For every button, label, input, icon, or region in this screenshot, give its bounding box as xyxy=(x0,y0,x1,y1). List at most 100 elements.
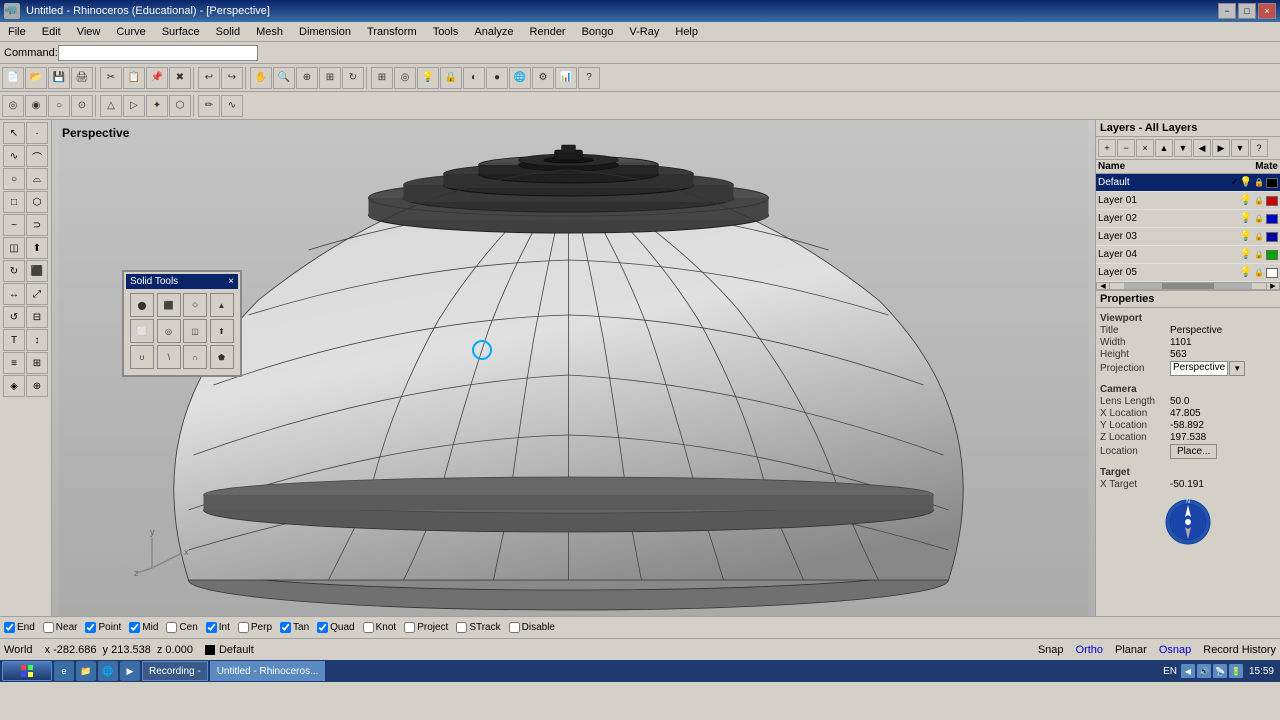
layer-light-icon-02[interactable]: 💡 xyxy=(1240,213,1252,225)
st-box2[interactable]: ⬜ xyxy=(130,319,154,343)
taskbar-extra-icon[interactable]: ▶ xyxy=(120,661,140,681)
delete-btn[interactable]: ✖ xyxy=(169,67,191,89)
layer-color-default[interactable] xyxy=(1266,178,1278,188)
st-edge[interactable]: ⬟ xyxy=(210,345,234,369)
paste-btn[interactable]: 📌 xyxy=(146,67,168,89)
layer-right-btn[interactable]: ▶ xyxy=(1212,139,1230,157)
snap-checkbox-quad[interactable] xyxy=(317,622,328,633)
polyline-tool[interactable]: ⌒ xyxy=(26,145,48,167)
snap-mode[interactable]: Snap xyxy=(1038,644,1064,656)
analysis-tool[interactable]: ◈ xyxy=(3,375,25,397)
solid-tools-header[interactable]: Solid Tools × xyxy=(126,274,238,289)
helix-tool[interactable]: ⊃ xyxy=(26,214,48,236)
layer-new-btn[interactable]: + xyxy=(1098,139,1116,157)
layer-up-btn[interactable]: ▲ xyxy=(1155,139,1173,157)
print-btn[interactable]: 🖨 xyxy=(71,67,93,89)
menu-item-dimension[interactable]: Dimension xyxy=(291,24,359,40)
layer-lock-icon-03[interactable]: 🔒 xyxy=(1253,231,1265,243)
new-btn[interactable]: 📄 xyxy=(2,67,24,89)
layer-lock-icon-05[interactable]: 🔒 xyxy=(1253,267,1265,279)
render-preview-btn[interactable]: ● xyxy=(486,67,508,89)
misc-tool[interactable]: ⊕ xyxy=(26,375,48,397)
scroll-right-arrow[interactable]: ▶ xyxy=(1266,282,1280,290)
save-btn[interactable]: 💾 xyxy=(48,67,70,89)
layer-row-05[interactable]: Layer 05 💡 🔒 xyxy=(1096,264,1280,282)
menu-item-surface[interactable]: Surface xyxy=(154,24,208,40)
layers-scrollbar[interactable]: ◀ ▶ xyxy=(1096,282,1280,290)
menu-item-analyze[interactable]: Analyze xyxy=(466,24,521,40)
dim-tool[interactable]: ↕ xyxy=(26,329,48,351)
st-cylinder[interactable]: ⬦ xyxy=(183,293,207,317)
scroll-thumb[interactable] xyxy=(1162,283,1213,289)
layer-light-icon-default[interactable]: 💡 xyxy=(1240,177,1252,189)
menu-item-curve[interactable]: Curve xyxy=(108,24,153,40)
layer-color-05[interactable] xyxy=(1266,268,1278,278)
ortho-mode[interactable]: Ortho xyxy=(1076,644,1104,656)
block-tool[interactable]: ⊞ xyxy=(26,352,48,374)
polygon-tool[interactable]: ⬡ xyxy=(26,191,48,213)
menu-item-bongo[interactable]: Bongo xyxy=(574,24,622,40)
menu-item-tools[interactable]: Tools xyxy=(425,24,467,40)
surface-tool[interactable]: ◫ xyxy=(3,237,25,259)
layer-lock-icon-04[interactable]: 🔒 xyxy=(1253,249,1265,261)
scroll-left-arrow[interactable]: ◀ xyxy=(1096,282,1110,290)
snap-checkbox-near[interactable] xyxy=(43,622,54,633)
layer-lock-icon-02[interactable]: 🔒 xyxy=(1253,213,1265,225)
help-btn[interactable]: ? xyxy=(578,67,600,89)
arc-tool[interactable]: ⌓ xyxy=(26,168,48,190)
scroll-track[interactable] xyxy=(1124,283,1252,289)
pan-btn[interactable]: ✋ xyxy=(250,67,272,89)
layer-light-icon-03[interactable]: 💡 xyxy=(1240,231,1252,243)
t2-btn2[interactable]: ◉ xyxy=(25,95,47,117)
layer-close-btn[interactable]: × xyxy=(1136,139,1154,157)
st-pipe[interactable]: ◫ xyxy=(183,319,207,343)
layer-row-03[interactable]: Layer 03 💡 🔒 xyxy=(1096,228,1280,246)
snap-btn[interactable]: ◎ xyxy=(394,67,416,89)
redo-btn[interactable]: ↪ xyxy=(221,67,243,89)
st-torus[interactable]: ◎ xyxy=(157,319,181,343)
snap-checkbox-strack[interactable] xyxy=(456,622,467,633)
hatch-tool[interactable]: ≡ xyxy=(3,352,25,374)
taskbar-recording-item[interactable]: Recording - xyxy=(142,661,208,681)
taskbar-ie-icon[interactable]: e xyxy=(54,661,74,681)
st-sphere[interactable]: ⬤ xyxy=(130,293,154,317)
layer-light-icon-04[interactable]: 💡 xyxy=(1240,249,1252,261)
grid-btn[interactable]: ⊞ xyxy=(371,67,393,89)
layer-light-icon-05[interactable]: 💡 xyxy=(1240,267,1252,279)
st-cone[interactable]: ▲ xyxy=(210,293,234,317)
maximize-button[interactable]: □ xyxy=(1238,3,1256,19)
taskbar-rhino-item[interactable]: Untitled - Rhinoceros... xyxy=(210,661,326,681)
t2-btn8[interactable]: ⬡ xyxy=(169,95,191,117)
layer-color-01[interactable] xyxy=(1266,196,1278,206)
close-button[interactable]: × xyxy=(1258,3,1276,19)
cut-btn[interactable]: ✂ xyxy=(100,67,122,89)
record-history-mode[interactable]: Record History xyxy=(1203,644,1276,656)
layer-color-03[interactable] xyxy=(1266,232,1278,242)
layer-light-icon-01[interactable]: 💡 xyxy=(1240,195,1252,207)
menu-item-render[interactable]: Render xyxy=(522,24,574,40)
minimize-button[interactable]: − xyxy=(1218,3,1236,19)
revolve-tool[interactable]: ↻ xyxy=(3,260,25,282)
snap-checkbox-project[interactable] xyxy=(404,622,415,633)
snap-checkbox-perp[interactable] xyxy=(238,622,249,633)
select-tool[interactable]: ↖ xyxy=(3,122,25,144)
menu-item-mesh[interactable]: Mesh xyxy=(248,24,291,40)
undo-btn[interactable]: ↩ xyxy=(198,67,220,89)
scale-tool[interactable]: ⤢ xyxy=(26,283,48,305)
lock-btn[interactable]: 🔒 xyxy=(440,67,462,89)
freeform-tool[interactable]: ~ xyxy=(3,214,25,236)
snap-checkbox-cen[interactable] xyxy=(166,622,177,633)
snap-checkbox-end[interactable] xyxy=(4,622,15,633)
layer-left-btn[interactable]: ◀ xyxy=(1193,139,1211,157)
t2-draw-btn[interactable]: ✏ xyxy=(198,95,220,117)
text-tool[interactable]: T xyxy=(3,329,25,351)
point-tool[interactable]: · xyxy=(26,122,48,144)
rotate3d-tool[interactable]: ↺ xyxy=(3,306,25,328)
taskbar-browser-icon[interactable]: 🌐 xyxy=(98,661,118,681)
menu-item-transform[interactable]: Transform xyxy=(359,24,425,40)
snap-checkbox-knot[interactable] xyxy=(363,622,374,633)
taskbar-explorer-icon[interactable]: 📁 xyxy=(76,661,96,681)
copy-btn[interactable]: 📋 xyxy=(123,67,145,89)
t2-btn1[interactable]: ◎ xyxy=(2,95,24,117)
layer-color-04[interactable] xyxy=(1266,250,1278,260)
